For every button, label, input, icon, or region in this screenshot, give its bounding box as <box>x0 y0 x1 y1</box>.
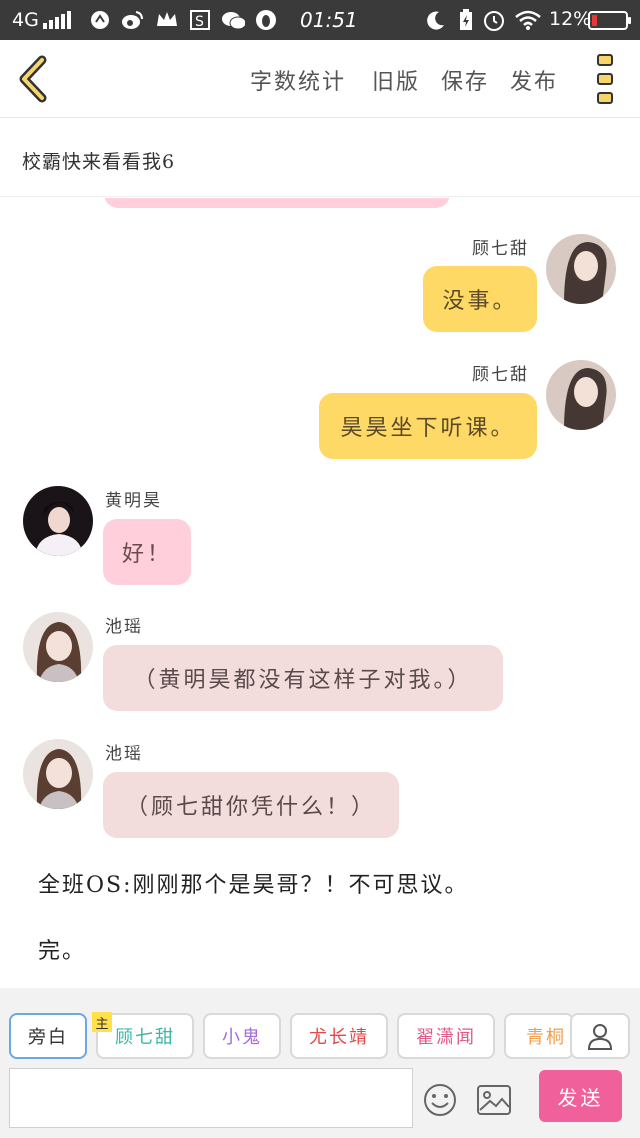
emoji-button[interactable] <box>422 1082 458 1118</box>
story-title: 校霸快来看看我6 <box>22 151 176 173</box>
sender-name: 池瑶 <box>105 744 143 764</box>
character-chip[interactable]: 尤长靖 <box>290 1013 388 1059</box>
publish-button[interactable]: 发布 <box>510 64 558 96</box>
character-chip[interactable]: 旁白 <box>9 1013 87 1059</box>
crown-icon <box>155 8 179 32</box>
chat-message: 池瑶 （黄明昊都没有这样子对我。） <box>0 606 640 716</box>
image-icon <box>477 1085 511 1115</box>
battery-saver-icon <box>454 8 478 32</box>
message-input[interactable] <box>9 1068 413 1128</box>
narration-text: 全班OS:刚刚那个是昊哥？！不可思议。 <box>38 873 469 898</box>
status-bar: 4G S 01:51 12% <box>0 0 640 40</box>
signal-icon <box>42 11 71 29</box>
person-icon <box>587 1024 613 1050</box>
narration-text: 完。 <box>38 939 87 964</box>
more-dot <box>597 73 613 85</box>
story-title-bar[interactable]: 校霸快来看看我6 <box>0 119 640 197</box>
wifi-icon <box>514 8 542 32</box>
chat-message: 顾七甜 昊昊坐下听课。 <box>0 354 640 464</box>
weibo-icon <box>120 8 144 32</box>
character-chip[interactable]: 翟潇闻 <box>397 1013 495 1059</box>
svg-text:S: S <box>195 14 204 30</box>
sender-name: 顾七甜 <box>472 365 529 385</box>
app-notification-icon <box>88 8 112 32</box>
editor-toolbar: 字数统计 旧版 保存 发布 <box>0 40 640 118</box>
chat-message: 池瑶 （顾七甜你凭什么！） <box>0 733 640 843</box>
word-count-button[interactable]: 字数统计 <box>250 64 346 96</box>
image-button[interactable] <box>476 1084 512 1116</box>
composer-panel: 旁白 顾七甜 主 小鬼 尤长靖 翟潇闻 青桐 发送 <box>0 988 640 1138</box>
save-button[interactable]: 保存 <box>441 64 489 96</box>
chat-area[interactable]: 顾七甜 没事。 顾七甜 昊昊坐下听课。 黄明昊 好！ 池瑶 （黄明昊都没有这样子… <box>0 198 640 988</box>
chat-message: 顾七甜 没事。 <box>0 228 640 338</box>
character-manager-button[interactable] <box>570 1013 630 1059</box>
more-options-button[interactable] <box>594 54 616 104</box>
wechat-icon <box>221 8 245 32</box>
smiley-icon <box>424 1084 456 1116</box>
old-version-button[interactable]: 旧版 <box>372 64 420 96</box>
avatar[interactable] <box>546 234 616 304</box>
sender-name: 黄明昊 <box>105 491 162 511</box>
battery-icon <box>588 11 631 30</box>
more-dot <box>597 54 613 66</box>
network-indicator: 4G <box>12 9 71 31</box>
chevron-left-icon <box>19 55 47 103</box>
moon-icon <box>424 8 448 32</box>
sender-name: 池瑶 <box>105 617 143 637</box>
alarm-icon <box>482 8 506 32</box>
avatar[interactable] <box>23 486 93 556</box>
message-bubble: （顾七甜你凭什么！） <box>103 772 399 838</box>
sender-name: 顾七甜 <box>472 239 529 259</box>
character-chip[interactable]: 青桐 <box>504 1013 574 1059</box>
back-button[interactable] <box>14 54 54 104</box>
qq-icon <box>254 8 278 32</box>
avatar[interactable] <box>23 739 93 809</box>
network-type: 4G <box>12 9 39 31</box>
more-dot <box>597 92 613 104</box>
message-bubble: 没事。 <box>423 266 537 332</box>
avatar[interactable] <box>546 360 616 430</box>
message-bubble: 昊昊坐下听课。 <box>319 393 537 459</box>
clock: 01:51 <box>300 8 358 32</box>
character-chip[interactable]: 小鬼 <box>203 1013 281 1059</box>
main-character-badge: 主 <box>92 1012 112 1032</box>
send-button[interactable]: 发送 <box>539 1070 622 1122</box>
battery-percent: 12% <box>549 8 592 30</box>
message-bubble: 好！ <box>103 519 191 585</box>
previous-message-bubble <box>104 198 450 208</box>
chat-message: 黄明昊 好！ <box>0 480 640 590</box>
message-bubble: （黄明昊都没有这样子对我。） <box>103 645 503 711</box>
screenshot-icon: S <box>188 8 212 32</box>
avatar[interactable] <box>23 612 93 682</box>
